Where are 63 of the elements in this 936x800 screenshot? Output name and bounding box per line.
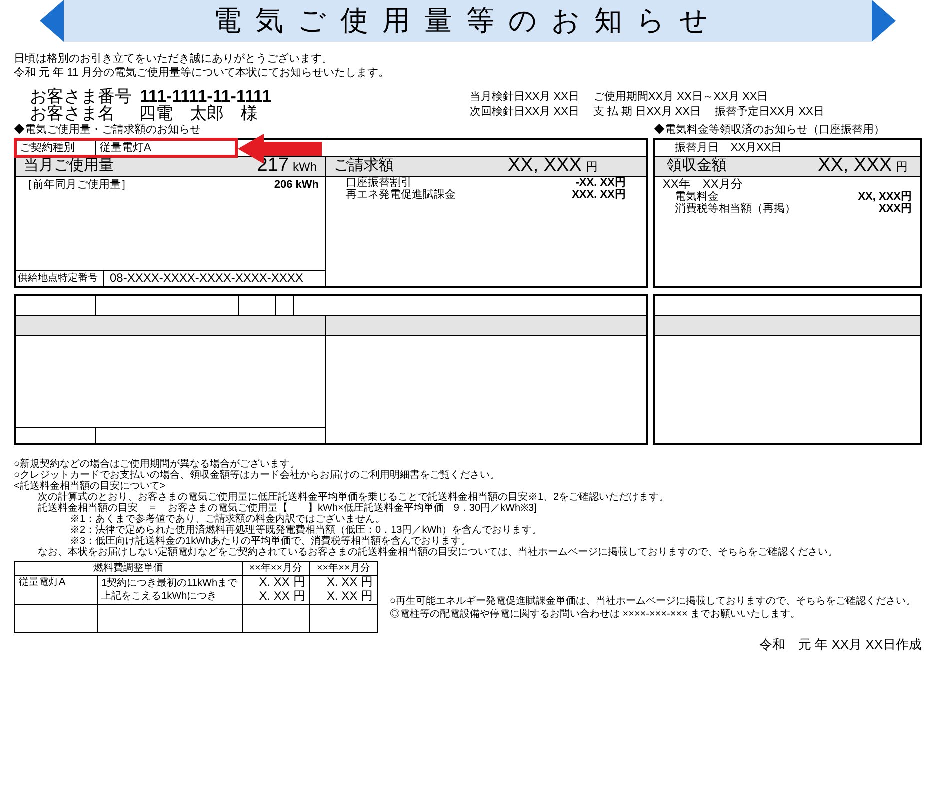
receipt-amount-label: 領収金額 — [666, 156, 727, 176]
receipt-unit: 円 — [896, 159, 908, 176]
section-heading: ◆電気料金等領収済のお知らせ（口座振替用） — [654, 124, 885, 137]
contract-value: 従量電灯A — [96, 140, 238, 156]
created-date: 令和 元 年 XX月 XX日作成 — [759, 636, 922, 654]
supply-point-label: 供給地点特定番号 — [16, 271, 104, 286]
footer-note: ○再生可能エネルギー発電促進賦課金単価は、当社ホームページに掲載しておりますので、そちらをご確認ください。 — [390, 595, 918, 608]
billing-amount: XX, XXX — [508, 154, 582, 178]
note-text: ※1：あくまで参考値であり、ご請求額の料金内訳ではございません。 — [69, 514, 387, 525]
table-cell: X. XX 円 — [326, 575, 373, 589]
billing-item-amount: -XX. XX円 — [576, 177, 626, 189]
billing-label: ご請求額 — [334, 156, 394, 176]
previous-usage-label: ［前年同月ご使用量］ — [22, 178, 132, 193]
billing-unit: 円 — [586, 159, 598, 176]
greeting-text: 令和 元 年 11 月分の電気ご使用量等について本状にてお知らせいたします。 — [14, 66, 391, 80]
transfer-date: XX月XX日 — [730, 141, 782, 156]
meter-date-text: 振替予定日 XX月 XX日 — [714, 105, 824, 120]
banner-arrow-icon — [40, 0, 64, 42]
note-text: ※2：法律で定められた使用済燃料再処理等既発電費相当額（低圧：0．13円／kWh）を含んでおります。 — [69, 525, 544, 536]
note-text: ※3：低圧向け託送料金の1kWhあたりの平均単価で、消費税等相当額を含んでおります。 — [70, 536, 472, 547]
table-header: 燃料費調整単価 — [93, 563, 164, 574]
table-header: ××年××月分 — [316, 563, 370, 574]
usage-label: 当月ご使用量 — [24, 156, 114, 176]
note-text: <託送料金相当額の目安について> — [14, 481, 167, 492]
receipt-item-amount: XXX円 — [878, 203, 912, 215]
table-cell: 1契約につき最初の11kWhまで — [102, 578, 238, 589]
customer-name: 四電 太郎 様 — [139, 105, 258, 122]
receipt-item-label: 電気料金 — [674, 191, 719, 203]
note-text: 次の計算式のとおり、お客さまの電気ご使用量に低圧託送料金平均単価を乗じることで託送料金相当額の目安※1、2をご確認いただけます。 — [37, 492, 670, 503]
usage-unit: kWh — [293, 159, 317, 176]
receipt-item-amount: XX, XXX円 — [858, 191, 912, 203]
note-text: 託送料金相当額の目安 ＝ お客さまの電気ご使用量【 】kWh×低圧託送料金平均単価 9．30円／kWh※3] — [37, 503, 538, 514]
previous-usage-value: 206 kWh — [274, 178, 319, 193]
table-cell: X. XX 円 — [326, 589, 373, 603]
note-text: ○クレジットカードでお支払いの場合、領収金額等はカード会社からお届けのご利用明細書をご覧ください。 — [14, 470, 502, 481]
contract-label: ご契約種別 — [16, 140, 96, 156]
meter-date-text: ご使用期間XX月 XX日～XX月 XX日 — [593, 90, 768, 105]
meter-date-text: 当月検針日 XX月 XX日 — [470, 90, 580, 105]
customer-name-label: お客さま名 — [30, 105, 115, 122]
footer-note: ◎電柱等の配電設備や停電に関するお問い合わせは ××××-×××-××× までお願いいたします。 — [390, 608, 802, 621]
supply-point-number: 08-XXXX-XXXX-XXXX-XXXX-XXXX — [109, 271, 304, 286]
meter-date-text: 次回検針日 XX月 XX日 — [470, 105, 580, 120]
greeting-text: 日頃は格別のお引き立てをいただき誠にありがとうございます。 — [14, 52, 334, 66]
meter-date-text: 支 払 期 日XX月 XX日 — [593, 105, 701, 120]
customer-number-label: お客さま番号 — [30, 88, 132, 105]
note-text: ○新規契約などの場合はご使用期間が異なる場合がございます。 — [14, 459, 300, 470]
billing-item-label: 口座振替割引 — [346, 177, 412, 189]
billing-item-label: 再エネ発電促進賦課金 — [346, 189, 456, 201]
table-cell: X. XX 円 — [259, 589, 306, 603]
receipt-item-label: 消費税等相当額（再掲） — [674, 203, 796, 215]
table-cell: 従量電灯A — [19, 577, 66, 588]
section-heading: ◆電気ご使用量・ご請求額のお知らせ — [14, 124, 202, 137]
customer-number: 111-1111-11-1111 — [140, 88, 272, 105]
transfer-date-label: 振替月日 — [674, 141, 719, 156]
billing-item-amount: XXX. XX円 — [572, 189, 626, 201]
table-cell: 上記をこえる1kWhにつき — [102, 591, 218, 602]
table-cell: X. XX 円 — [259, 575, 306, 589]
receipt-amount: XX, XXX — [818, 154, 892, 178]
billing-period: XX年 XX月分 — [662, 177, 744, 191]
table-header: ××年××月分 — [249, 563, 303, 574]
note-text: なお、本状をお届けしない定額電灯などをご契約されているお客さまの託送料金相当額の目安については、当社ホームページに掲載しておりますので、そちらをご確認ください。 — [37, 547, 839, 558]
banner-arrow-icon — [872, 0, 896, 42]
title-banner: 電気ご使用量等のお知らせ — [64, 0, 872, 42]
